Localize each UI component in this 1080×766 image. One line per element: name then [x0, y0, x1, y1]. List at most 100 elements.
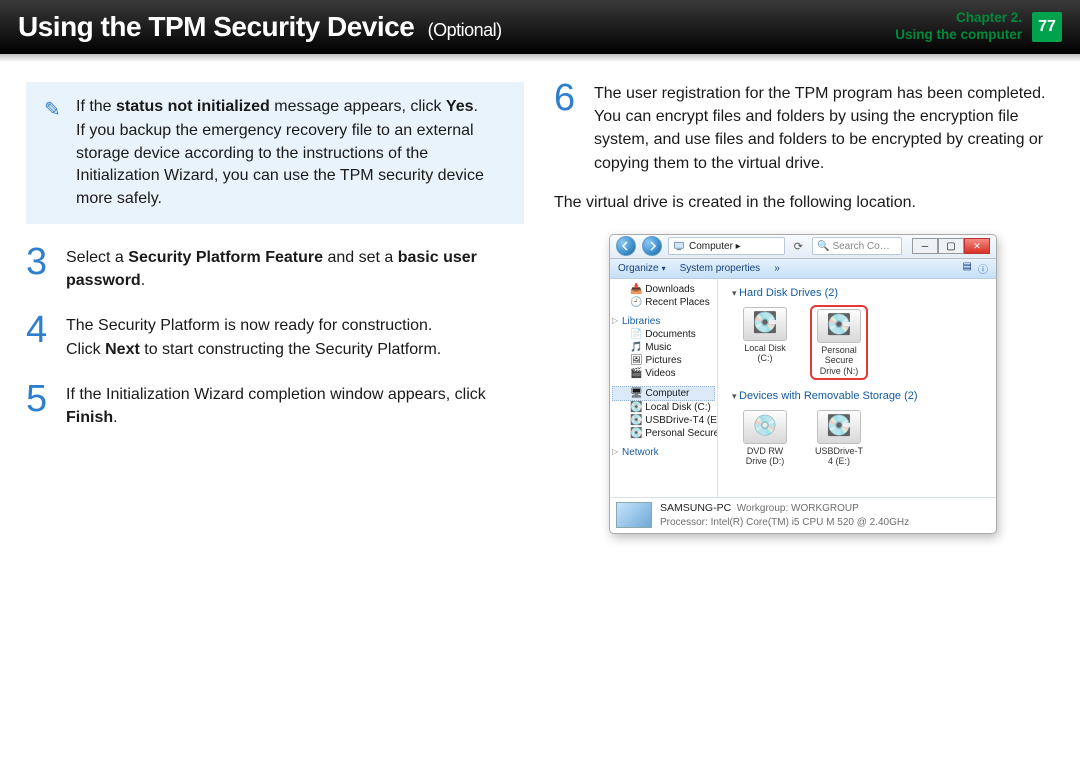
txt-bold: Security Platform Feature	[128, 249, 323, 266]
title-optional: (Optional)	[428, 20, 502, 40]
txt: If the Initialization Wizard completion …	[66, 386, 486, 403]
tree-downloads[interactable]: 📥 Downloads	[612, 283, 715, 296]
tree-computer[interactable]: 🖥 Computer	[612, 386, 715, 401]
txt: .	[474, 98, 478, 115]
step-4: 4 The Security Platform is now ready for…	[26, 314, 524, 360]
txt: If the	[76, 98, 116, 115]
chapter-label: Chapter 2. Using the computer	[895, 10, 1022, 44]
title-main: Using the TPM Security Device	[18, 11, 414, 42]
explorer-titlebar: Computer ▸ ⟳ 🔍 Search Co… ─ ▢ ✕	[610, 235, 996, 259]
search-input[interactable]: 🔍 Search Co…	[812, 237, 902, 255]
hdd-icon: 💽	[743, 307, 787, 341]
usb-icon: 💽	[817, 410, 861, 444]
row-hdd: 💽 Local Disk (C:) 💽 Personal Secure Driv…	[724, 303, 990, 388]
drive-local-c[interactable]: 💽 Local Disk (C:)	[738, 307, 792, 378]
maximize-button[interactable]: ▢	[938, 238, 964, 254]
drive-label: DVD RW Drive (D:)	[738, 446, 792, 467]
note-icon: ✎	[44, 96, 61, 124]
txt: Click	[66, 341, 105, 358]
txt-bold: Next	[105, 341, 140, 358]
step-body: If the Initialization Wizard completion …	[66, 383, 524, 429]
nav-forward-button[interactable]	[642, 236, 662, 256]
step-3: 3 Select a Security Platform Feature and…	[26, 246, 524, 292]
tree-libraries[interactable]: Libraries	[612, 315, 715, 328]
step-body: The user registration for the TPM progra…	[594, 82, 1052, 175]
tree-pane[interactable]: 📥 Downloads 🕘 Recent Places Libraries 📄 …	[610, 279, 718, 497]
status-name: SAMSUNG-PC	[660, 502, 731, 514]
search-icon: 🔍	[817, 241, 829, 252]
col-left: ✎ If the status not initialized message …	[26, 82, 524, 534]
help-icon[interactable]: ⓘ	[978, 261, 988, 276]
tree-recent[interactable]: 🕘 Recent Places	[612, 296, 715, 309]
view-icon[interactable]: ▤	[963, 261, 972, 276]
txt: Select a	[66, 249, 128, 266]
note-para2: If you backup the emergency recovery fil…	[76, 120, 510, 210]
txt: and set a	[323, 249, 398, 266]
search-placeholder: Search Co…	[832, 241, 889, 252]
drive-personal-secure[interactable]: 💽 Personal Secure Drive (N:)	[812, 307, 866, 378]
computer-icon	[616, 502, 652, 528]
drive-label: Personal Secure Drive (N:)	[814, 345, 864, 376]
nav-back-button[interactable]	[616, 236, 636, 256]
txt: .	[113, 409, 117, 426]
breadcrumb-text: Computer ▸	[689, 241, 741, 252]
info-note: ✎ If the status not initialized message …	[26, 82, 524, 224]
txt: Click Next to start constructing the Sec…	[66, 338, 441, 361]
tree-videos[interactable]: 🎬 Videos	[612, 367, 715, 380]
step-number: 3	[26, 246, 54, 292]
computer-icon	[673, 240, 685, 252]
section-hdd: Hard Disk Drives (2)	[732, 287, 990, 299]
txt-bold: status not initialized	[116, 98, 270, 115]
tree-usb-e[interactable]: 💽 USBDrive-T4 (E:)	[612, 414, 715, 427]
txt: message appears, click	[270, 98, 446, 115]
toolbar-sysprops[interactable]: System properties	[680, 263, 761, 274]
content: ✎ If the status not initialized message …	[0, 54, 1080, 534]
hdd-icon: 💽	[817, 309, 861, 343]
drive-label: Local Disk (C:)	[738, 343, 792, 364]
drive-dvd[interactable]: 💿 DVD RW Drive (D:)	[738, 410, 792, 467]
step-5: 5 If the Initialization Wizard completio…	[26, 383, 524, 429]
close-button[interactable]: ✕	[964, 238, 990, 254]
window-controls: ─ ▢ ✕	[912, 238, 990, 254]
explorer-toolbar: Organize▾ System properties » ▤ ⓘ	[610, 259, 996, 279]
dvd-icon: 💿	[743, 410, 787, 444]
address-breadcrumb[interactable]: Computer ▸	[668, 237, 785, 255]
minimize-button[interactable]: ─	[912, 238, 938, 254]
refresh-icon[interactable]: ⟳	[794, 240, 803, 253]
explorer-screenshot: Computer ▸ ⟳ 🔍 Search Co… ─ ▢ ✕ Orga	[554, 234, 1052, 534]
drive-label: USBDrive-T 4 (E:)	[812, 446, 866, 467]
txt: to start constructing the Security Platf…	[140, 341, 441, 358]
status-proc-label: Processor:	[660, 517, 708, 528]
tree-local-c[interactable]: 💽 Local Disk (C:)	[612, 401, 715, 414]
status-wg: WORKGROUP	[791, 503, 859, 514]
status-bar: SAMSUNG-PC Workgroup: WORKGROUP Processo…	[610, 497, 996, 533]
tree-music[interactable]: 🎵 Music	[612, 341, 715, 354]
tree-psd[interactable]: 💽 Personal Secure D	[612, 427, 715, 440]
toolbar-more[interactable]: »	[774, 263, 780, 274]
tree-network[interactable]: Network	[612, 446, 715, 459]
step-body: Select a Security Platform Feature and s…	[66, 246, 524, 292]
toolbar-organize[interactable]: Organize▾	[618, 263, 666, 274]
txt-bold: Yes	[446, 98, 474, 115]
step-number: 4	[26, 314, 54, 360]
page-number: 77	[1032, 12, 1062, 42]
page-title: Using the TPM Security Device (Optional)	[18, 11, 502, 43]
step-body: The Security Platform is now ready for c…	[66, 314, 441, 360]
step6-followup: The virtual drive is created in the foll…	[554, 191, 1052, 214]
page-header: Using the TPM Security Device (Optional)…	[0, 0, 1080, 54]
section-removable: Devices with Removable Storage (2)	[732, 390, 990, 402]
explorer-window: Computer ▸ ⟳ 🔍 Search Co… ─ ▢ ✕ Orga	[609, 234, 997, 534]
status-proc: Intel(R) Core(TM) i5 CPU M 520 @ 2.40GHz	[711, 517, 910, 528]
status-wg-label: Workgroup:	[737, 503, 789, 514]
note-line1: If the status not initialized message ap…	[76, 96, 510, 118]
row-removable: 💿 DVD RW Drive (D:) 💽 USBDrive-T 4 (E:)	[724, 406, 990, 477]
txt-bold: Finish	[66, 409, 113, 426]
col-right: 6 The user registration for the TPM prog…	[554, 82, 1052, 534]
step-6: 6 The user registration for the TPM prog…	[554, 82, 1052, 175]
explorer-body: 📥 Downloads 🕘 Recent Places Libraries 📄 …	[610, 279, 996, 497]
header-right: Chapter 2. Using the computer 77	[895, 10, 1062, 44]
drive-usb[interactable]: 💽 USBDrive-T 4 (E:)	[812, 410, 866, 467]
tree-documents[interactable]: 📄 Documents	[612, 328, 715, 341]
step-number: 6	[554, 82, 582, 175]
tree-pictures[interactable]: 🖼 Pictures	[612, 354, 715, 367]
